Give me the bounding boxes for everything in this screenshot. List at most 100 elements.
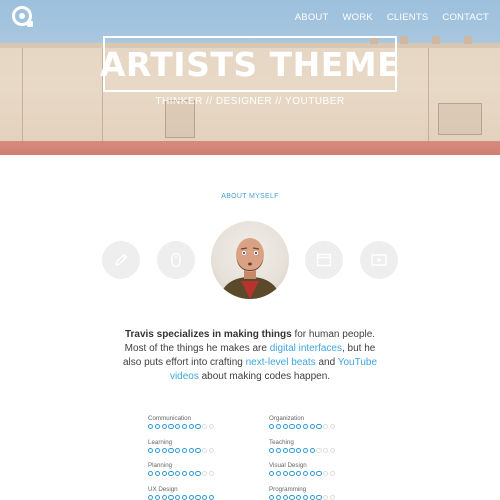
- rating-dot-filled: [269, 471, 275, 477]
- rating-dot-filled: [269, 494, 275, 500]
- skill-label: Communication: [148, 415, 191, 422]
- rating-dot-filled: [154, 494, 160, 500]
- rating-dot-filled: [289, 494, 295, 500]
- rating-dot-filled: [282, 447, 288, 453]
- rating-dot-filled: [309, 471, 315, 477]
- browser-window-icon[interactable]: [305, 241, 343, 279]
- pencil-icon[interactable]: [102, 241, 140, 279]
- rating-dot-filled: [181, 447, 188, 453]
- rating-dot-filled: [309, 424, 315, 430]
- rating-dot-filled: [168, 471, 174, 477]
- rating-dot-filled: [154, 471, 160, 477]
- rating-dot-empty: [316, 447, 322, 453]
- rating-dot-filled: [168, 447, 174, 453]
- rating-dot-filled: [154, 424, 160, 430]
- rating-dot-filled: [316, 494, 322, 500]
- rating-dot-filled: [282, 424, 288, 430]
- avatar: [211, 221, 289, 299]
- skill-rating: [148, 471, 268, 477]
- nav-about-link[interactable]: ABOUT: [295, 12, 329, 23]
- rating-dot-empty: [323, 447, 329, 453]
- wall-stripe: [0, 141, 500, 155]
- about-section-label: ABOUT MYSELF: [221, 193, 279, 200]
- rating-dot-filled: [188, 424, 194, 430]
- nav-contact-link[interactable]: CONTACT: [442, 12, 489, 23]
- rating-dot-filled: [275, 447, 281, 453]
- bio-paragraph: Travis specializes in making things for …: [122, 328, 378, 384]
- rating-dot-filled: [195, 471, 201, 477]
- rating-dot-filled: [195, 494, 201, 500]
- hero-title-box: ARTISTS THEME: [99, 36, 401, 92]
- rating-dot-filled: [148, 471, 154, 477]
- rating-dot-filled: [195, 447, 201, 453]
- rating-dot-filled: [296, 424, 302, 430]
- rating-dot-empty: [330, 424, 336, 430]
- rating-dot-filled: [168, 494, 174, 500]
- skill-rating: [148, 447, 268, 453]
- rating-dot-filled: [296, 494, 302, 500]
- nav-clients-link[interactable]: CLIENTS: [387, 12, 429, 23]
- rating-dot-filled: [282, 471, 288, 477]
- rating-dot-filled: [181, 424, 188, 430]
- rating-dot-filled: [161, 494, 167, 500]
- rating-dot-filled: [289, 424, 295, 430]
- rating-dot-filled: [302, 447, 309, 453]
- hero-banner: ABOUT WORK CLIENTS CONTACT ARTISTS THEME…: [0, 0, 500, 155]
- rating-dot-filled: [302, 494, 309, 500]
- rating-dot-filled: [269, 424, 275, 430]
- hero-subtitle: THINKER // DESIGNER // YOUTUBER: [155, 96, 345, 107]
- skill-planning: Planning: [148, 462, 268, 477]
- rating-dot-filled: [289, 447, 295, 453]
- skill-label: UX Design: [148, 485, 178, 493]
- rating-dot-filled: [275, 424, 281, 430]
- bio-name: Travis specializes in making things: [124, 329, 292, 340]
- rating-dot-filled: [296, 447, 302, 453]
- skill-rating: [148, 424, 268, 430]
- rating-dot-empty: [330, 494, 336, 500]
- rating-dot-filled: [188, 494, 194, 500]
- main-nav: ABOUT WORK CLIENTS CONTACT: [295, 12, 489, 23]
- rating-dot-empty: [202, 447, 208, 453]
- video-play-icon[interactable]: [360, 241, 398, 279]
- rating-dot-empty: [323, 424, 329, 430]
- digital-interfaces-link[interactable]: digital interfaces: [270, 343, 342, 354]
- skill-rating: [148, 494, 268, 500]
- skill-label: Learning: [148, 438, 173, 446]
- rating-dot-empty: [330, 447, 336, 453]
- nav-work-link[interactable]: WORK: [343, 12, 373, 23]
- rating-dot-filled: [309, 447, 315, 453]
- rating-dot-empty: [323, 471, 329, 477]
- logo-icon[interactable]: [12, 6, 33, 27]
- skill-programming: Programming: [269, 486, 389, 500]
- rating-dot-filled: [188, 471, 194, 477]
- rating-dot-filled: [282, 494, 288, 500]
- skill-label: Organization: [269, 415, 305, 422]
- rating-dot-filled: [309, 494, 315, 500]
- rating-dot-filled: [275, 494, 281, 500]
- rating-dot-empty: [202, 424, 208, 430]
- skill-rating: [269, 471, 389, 477]
- rating-dot-filled: [202, 494, 208, 500]
- rating-dot-empty: [209, 471, 215, 477]
- rating-dot-filled: [188, 447, 194, 453]
- rating-dot-empty: [209, 424, 215, 430]
- skill-label: Teaching: [269, 438, 294, 446]
- skill-communication: Communication: [148, 415, 268, 430]
- rating-dot-empty: [330, 471, 336, 477]
- bio-text: and: [315, 357, 338, 368]
- rating-dot-filled: [275, 471, 281, 477]
- mouse-icon[interactable]: [157, 241, 195, 279]
- skill-label: Planning: [148, 462, 173, 469]
- rating-dot-empty: [209, 447, 215, 453]
- rating-dot-filled: [195, 424, 201, 430]
- rating-dot-filled: [175, 447, 181, 453]
- skill-visual-design: Visual Design: [269, 462, 389, 477]
- rating-dot-filled: [148, 424, 154, 430]
- hero-title: ARTISTS THEME: [99, 44, 401, 84]
- next-level-beats-link[interactable]: next-level beats: [246, 357, 316, 368]
- rating-dot-filled: [316, 424, 322, 430]
- skill-ux-design: UX Design: [148, 486, 268, 500]
- rating-dot-filled: [175, 424, 181, 430]
- rating-dot-filled: [154, 447, 160, 453]
- bio-text: about making codes happen.: [198, 371, 331, 382]
